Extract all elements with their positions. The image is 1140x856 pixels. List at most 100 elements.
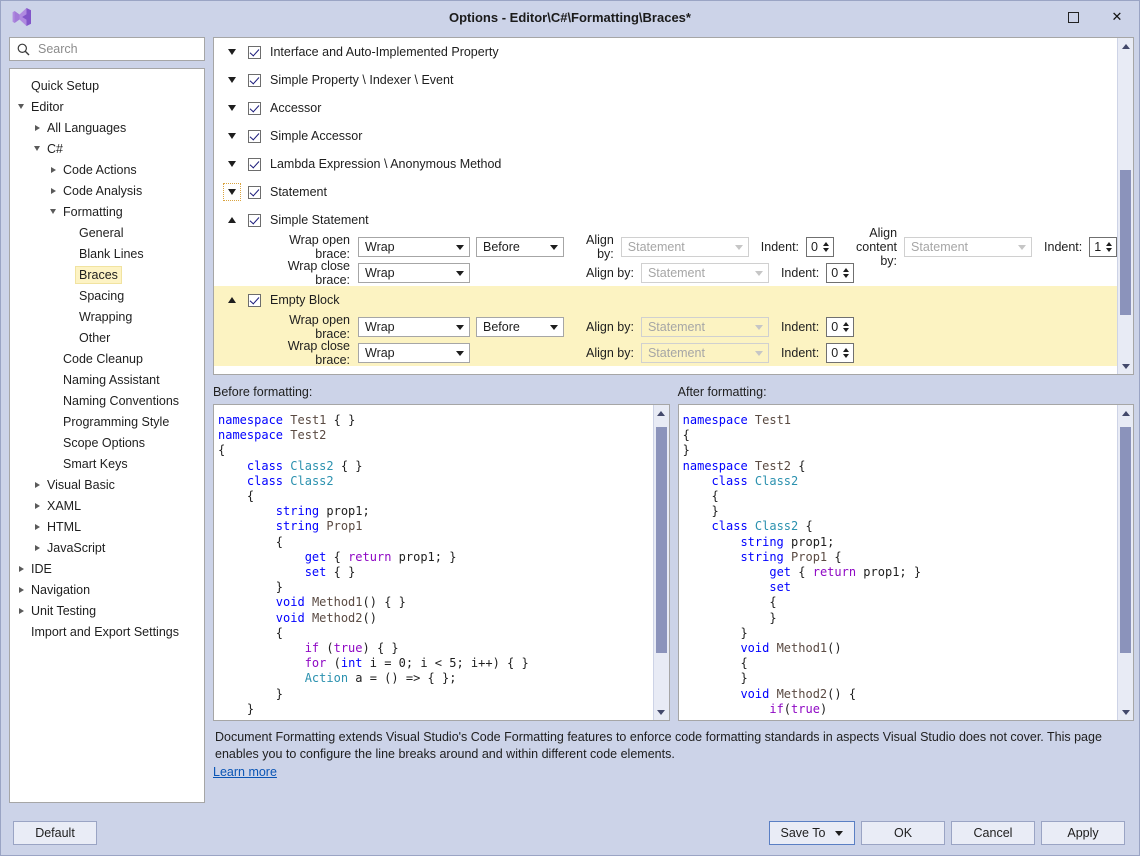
close-button[interactable]: ✕ <box>1095 1 1139 33</box>
indent-stepper[interactable]: 0 <box>806 237 834 257</box>
chevron-down-icon[interactable] <box>14 104 28 109</box>
tree-item-naming-conventions[interactable]: Naming Conventions <box>10 390 204 411</box>
indent-stepper[interactable]: 0 <box>826 317 854 337</box>
chevron-right-icon[interactable] <box>30 545 44 551</box>
indent-stepper[interactable]: 0 <box>826 343 854 363</box>
tree-item-xaml[interactable]: XAML <box>10 495 204 516</box>
chevron-down-icon[interactable] <box>46 209 60 214</box>
tree-item-wrapping[interactable]: Wrapping <box>10 306 204 327</box>
tree-item-editor[interactable]: Editor <box>10 96 204 117</box>
ok-button[interactable]: OK <box>861 821 945 845</box>
chevron-right-icon[interactable] <box>30 482 44 488</box>
tree-item-spacing[interactable]: Spacing <box>10 285 204 306</box>
save-to-button[interactable]: Save To <box>769 821 855 845</box>
chevron-down-icon[interactable] <box>224 184 240 200</box>
option-checkbox[interactable] <box>248 294 261 307</box>
tree-item-c[interactable]: C# <box>10 138 204 159</box>
scrollbar-thumb[interactable] <box>1120 170 1131 316</box>
option-checkbox[interactable] <box>248 186 261 199</box>
maximize-button[interactable] <box>1051 1 1095 33</box>
stepper-buttons[interactable] <box>840 322 851 332</box>
align-by-select[interactable]: Statement <box>621 237 749 257</box>
stepper-buttons[interactable] <box>840 268 851 278</box>
cancel-button[interactable]: Cancel <box>951 821 1035 845</box>
tree-item-programming-style[interactable]: Programming Style <box>10 411 204 432</box>
tree-item-code-actions[interactable]: Code Actions <box>10 159 204 180</box>
open-brace-position-select[interactable]: Before <box>476 237 564 257</box>
tree-item-smart-keys[interactable]: Smart Keys <box>10 453 204 474</box>
chevron-right-icon[interactable] <box>14 566 28 572</box>
scrollbar-thumb[interactable] <box>656 427 667 653</box>
chevron-down-icon[interactable] <box>224 44 240 60</box>
chevron-right-icon[interactable] <box>30 125 44 131</box>
chevron-right-icon[interactable] <box>30 503 44 509</box>
scrollbar-thumb[interactable] <box>1120 427 1131 653</box>
chevron-right-icon[interactable] <box>30 524 44 530</box>
scroll-down-button[interactable] <box>654 704 669 720</box>
scroll-up-button[interactable] <box>1118 405 1133 421</box>
option-row[interactable]: Simple Property \ Indexer \ Event <box>214 66 1117 94</box>
option-row-statement[interactable]: Statement <box>214 178 1117 206</box>
scroll-up-button[interactable] <box>1118 38 1133 54</box>
chevron-down-icon[interactable] <box>224 128 240 144</box>
before-scrollbar[interactable] <box>653 405 669 720</box>
tree-item-code-analysis[interactable]: Code Analysis <box>10 180 204 201</box>
option-checkbox[interactable] <box>248 130 261 143</box>
option-checkbox[interactable] <box>248 102 261 115</box>
tree-item-unit-testing[interactable]: Unit Testing <box>10 600 204 621</box>
search-input[interactable] <box>36 38 204 60</box>
chevron-right-icon[interactable] <box>14 587 28 593</box>
scroll-down-button[interactable] <box>1118 358 1133 374</box>
tree-item-formatting[interactable]: Formatting <box>10 201 204 222</box>
chevron-down-icon[interactable] <box>224 72 240 88</box>
tree-item-html[interactable]: HTML <box>10 516 204 537</box>
align-by-select[interactable]: Statement <box>641 343 769 363</box>
align-by-select[interactable]: Statement <box>641 317 769 337</box>
chevron-down-icon[interactable] <box>224 100 240 116</box>
chevron-right-icon[interactable] <box>46 167 60 173</box>
options-scrollbar[interactable] <box>1117 38 1133 374</box>
tree-item-ide[interactable]: IDE <box>10 558 204 579</box>
chevron-down-icon[interactable] <box>224 156 240 172</box>
chevron-up-icon[interactable] <box>224 292 240 308</box>
scroll-up-button[interactable] <box>654 405 669 421</box>
option-row[interactable]: Interface and Auto-Implemented Property <box>214 38 1117 66</box>
wrap-open-brace-select[interactable]: Wrap <box>358 317 470 337</box>
tree-item-naming-assistant[interactable]: Naming Assistant <box>10 369 204 390</box>
settings-tree[interactable]: Quick SetupEditorAll LanguagesC#Code Act… <box>9 68 205 803</box>
stepper-buttons[interactable] <box>840 348 851 358</box>
stepper-buttons[interactable] <box>1103 242 1114 252</box>
scrollbar-track[interactable] <box>654 421 669 704</box>
tree-item-javascript[interactable]: JavaScript <box>10 537 204 558</box>
open-brace-position-select[interactable]: Before <box>476 317 564 337</box>
align-by-select[interactable]: Statement <box>641 263 769 283</box>
tree-item-all-languages[interactable]: All Languages <box>10 117 204 138</box>
scrollbar-track[interactable] <box>1118 54 1133 358</box>
tree-item-quick-setup[interactable]: Quick Setup <box>10 75 204 96</box>
option-row-empty-block[interactable]: Empty Block <box>214 286 1117 314</box>
search-box[interactable] <box>9 37 205 61</box>
tree-item-import-and-export-settings[interactable]: Import and Export Settings <box>10 621 204 642</box>
scrollbar-track[interactable] <box>1118 421 1133 704</box>
option-checkbox[interactable] <box>248 74 261 87</box>
after-scrollbar[interactable] <box>1117 405 1133 720</box>
option-row[interactable]: Simple Accessor <box>214 122 1117 150</box>
tree-item-visual-basic[interactable]: Visual Basic <box>10 474 204 495</box>
align-content-by-select[interactable]: Statement <box>904 237 1032 257</box>
default-button[interactable]: Default <box>13 821 97 845</box>
tree-item-braces[interactable]: Braces <box>10 264 204 285</box>
tree-item-scope-options[interactable]: Scope Options <box>10 432 204 453</box>
option-row-simple-statement[interactable]: Simple Statement <box>214 206 1117 234</box>
tree-item-navigation[interactable]: Navigation <box>10 579 204 600</box>
stepper-buttons[interactable] <box>820 242 831 252</box>
chevron-right-icon[interactable] <box>46 188 60 194</box>
content-indent-stepper[interactable]: 1 <box>1089 237 1117 257</box>
indent-stepper[interactable]: 0 <box>826 263 854 283</box>
option-row[interactable]: Accessor <box>214 94 1117 122</box>
tree-item-code-cleanup[interactable]: Code Cleanup <box>10 348 204 369</box>
chevron-down-icon[interactable] <box>30 146 44 151</box>
chevron-right-icon[interactable] <box>14 608 28 614</box>
option-checkbox[interactable] <box>248 46 261 59</box>
tree-item-other[interactable]: Other <box>10 327 204 348</box>
scroll-down-button[interactable] <box>1118 704 1133 720</box>
